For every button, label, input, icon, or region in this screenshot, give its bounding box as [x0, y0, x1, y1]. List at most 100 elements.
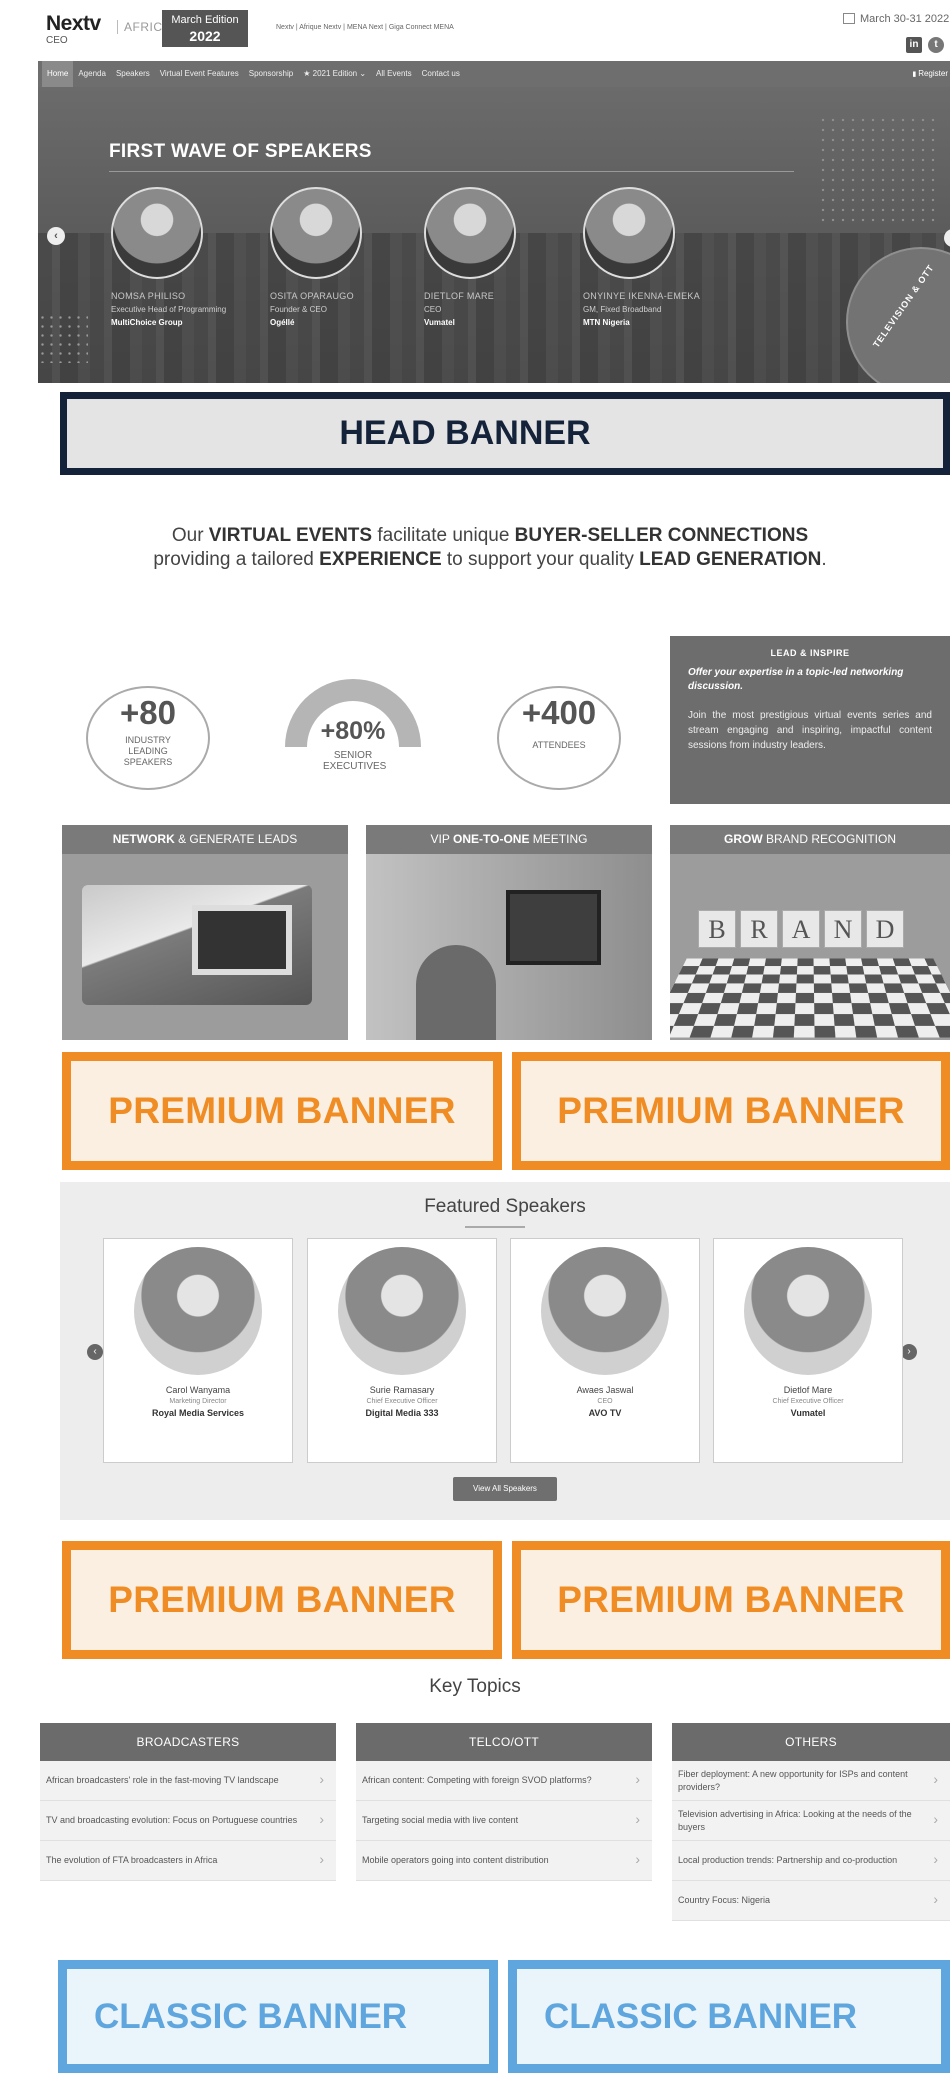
topic-item[interactable]: Targeting social media with live content… [356, 1801, 652, 1841]
featured-prev-arrow[interactable]: ‹ [87, 1344, 103, 1360]
speaker-org: Royal Media Services [151, 1408, 245, 1418]
premium-banner[interactable]: PREMIUM BANNER [512, 1052, 950, 1170]
brand-tile: D [866, 910, 904, 948]
featured-speaker-card[interactable]: Surie Ramasary Chief Executive Officer D… [307, 1238, 497, 1463]
topic-item[interactable]: African content: Competing with foreign … [356, 1761, 652, 1801]
nav-sponsorship[interactable]: Sponsorship [244, 61, 298, 87]
speaker-photo [541, 1247, 669, 1375]
topic-item[interactable]: Mobile operators going into content dist… [356, 1841, 652, 1881]
view-all-speakers-button[interactable]: View All Speakers [453, 1477, 557, 1501]
speaker-org: Vumatel [790, 1408, 826, 1418]
speaker-role: Executive Head of Programming [111, 305, 227, 314]
topic-item[interactable]: Local production trends: Partnership and… [672, 1841, 950, 1881]
feature-caption: GROW BRAND RECOGNITION [670, 825, 950, 854]
chevron-right-icon: › [933, 1850, 938, 1867]
nav-agenda[interactable]: Agenda [73, 61, 111, 87]
hero-speaker-card[interactable]: ONYINYE IKENNA-EMEKA GM, Fixed Broadband… [583, 187, 731, 327]
premium-banner[interactable]: PREMIUM BANNER [62, 1541, 502, 1659]
premium-banner-label: PREMIUM BANNER [108, 1579, 456, 1620]
nav-items: Home Agenda Speakers Virtual Event Featu… [42, 61, 465, 87]
dot-pattern-left [38, 313, 88, 363]
lead-body: Join the most prestigious virtual events… [688, 710, 932, 751]
speaker-photo [744, 1247, 872, 1375]
feature-one-to-one-card[interactable]: VIP ONE-TO-ONE MEETING [366, 825, 652, 1040]
topic-item[interactable]: African broadcasters' role in the fast-m… [40, 1761, 336, 1801]
speaker-role: GM, Fixed Broadband [583, 305, 662, 314]
speaker-photo [111, 187, 203, 279]
nav-home[interactable]: Home [42, 61, 74, 87]
hero-speaker-card[interactable]: NOMSA PHILISO Executive Head of Programm… [111, 187, 259, 327]
feature-brand-card[interactable]: B R A N D GROW BRAND RECOGNITION [670, 825, 950, 1040]
hero-title: FIRST WAVE OF SPEAKERS [109, 141, 372, 162]
topic-column-broadcasters: BROADCASTERS African broadcasters' role … [40, 1723, 336, 1881]
chevron-right-icon: › [635, 1770, 640, 1787]
nav-2021-edition[interactable]: ★ 2021 Edition ⌄ [298, 61, 371, 87]
head-banner[interactable]: HEAD BANNER [60, 392, 950, 475]
classic-banner[interactable]: CLASSIC BANNER [58, 1960, 498, 2073]
speaker-role: CEO [424, 305, 442, 314]
speaker-photo [338, 1247, 466, 1375]
topic-item[interactable]: Fiber deployment: A new opportunity for … [672, 1761, 950, 1801]
stat-executives-gauge: +80% SENIOR EXECUTIVES [283, 677, 423, 787]
speaker-name: ONYINYE IKENNA-EMEKA [583, 291, 701, 301]
lead-title: LEAD & INSPIRE [770, 648, 850, 658]
nav-contact[interactable]: Contact us [417, 61, 465, 87]
dot-pattern [818, 115, 938, 225]
speaker-name: Awaes Jaswal [576, 1385, 634, 1395]
speaker-photo [134, 1247, 262, 1375]
speaker-role: Chief Executive Officer [366, 1398, 438, 1405]
speaker-org: MultiChoice Group [111, 318, 183, 327]
premium-banner[interactable]: PREMIUM BANNER [512, 1541, 950, 1659]
chevron-right-icon: › [319, 1810, 324, 1827]
featured-speaker-card[interactable]: Awaes Jaswal CEO AVO TV [510, 1238, 700, 1463]
hero-speaker-card[interactable]: DIETLOF MARE CEO Vumatel [424, 187, 572, 327]
badge-label: TELEVISION & OTT [871, 262, 937, 350]
event-date-text: March 30-31 2022 [860, 13, 950, 25]
site-logo[interactable]: Nextv CEO [46, 13, 101, 46]
edition-badge: March Edition 2022 [162, 10, 248, 47]
featured-speaker-card[interactable]: Carol Wanyama Marketing Director Royal M… [103, 1238, 293, 1463]
chevron-right-icon: › [319, 1770, 324, 1787]
topic-column-header: BROADCASTERS [40, 1723, 336, 1761]
hero-prev-arrow[interactable]: ‹ [47, 227, 65, 245]
hero-speaker-card[interactable]: OSITA OPARAUGO Founder & CEO Ogéllé [270, 187, 418, 327]
intro-text: Our VIRTUAL EVENTS facilitate unique BUY… [153, 525, 827, 570]
stat-executives-number: +80% [320, 717, 386, 745]
topic-item[interactable]: Television advertising in Africa: Lookin… [672, 1801, 950, 1841]
topic-item[interactable]: The evolution of FTA broadcasters in Afr… [40, 1841, 336, 1881]
laptop-image [192, 905, 292, 975]
nav-all-events[interactable]: All Events [371, 61, 417, 87]
social-links: in t [906, 34, 950, 53]
nav-virtual-event-features[interactable]: Virtual Event Features [155, 61, 244, 87]
person-silhouette [416, 945, 496, 1040]
topic-item[interactable]: TV and broadcasting evolution: Focus on … [40, 1801, 336, 1841]
speaker-org: Vumatel [424, 318, 455, 327]
twitter-icon[interactable]: t [928, 37, 944, 53]
linkedin-icon[interactable]: in [906, 37, 922, 53]
featured-speaker-card[interactable]: Dietlof Mare Chief Executive Officer Vum… [713, 1238, 903, 1463]
hero-slider: FIRST WAVE OF SPEAKERS ‹ › NOMSA PHILISO… [38, 87, 950, 383]
stat-executives-label: SENIOR EXECUTIVES [323, 750, 387, 772]
speaker-role: CEO [597, 1398, 613, 1405]
edition-year: 2022 [189, 28, 221, 44]
nav-speakers[interactable]: Speakers [111, 61, 155, 87]
stat-speakers: +80 INDUSTRY LEADING SPEAKERS [86, 686, 210, 790]
chevron-right-icon: › [933, 1770, 938, 1787]
chevron-right-icon: › [933, 1890, 938, 1907]
title-underline [465, 1226, 525, 1228]
brand-tile: B [698, 910, 736, 948]
brand-tiles: B R A N D [698, 910, 908, 948]
top-header: Nextv CEO AFRICA March Edition 2022 Next… [0, 0, 950, 56]
stat-attendees: +400 ATTENDEES [497, 686, 621, 790]
brand-tile: R [740, 910, 778, 948]
stat-speakers-label: INDUSTRY LEADING SPEAKERS [123, 735, 173, 767]
premium-banner[interactable]: PREMIUM BANNER [62, 1052, 502, 1170]
topic-item[interactable]: Country Focus: Nigeria › [672, 1881, 950, 1921]
chessboard-image [670, 958, 950, 1038]
register-link[interactable]: Register [912, 61, 950, 88]
topic-column-telco-ott: TELCO/OTT African content: Competing wit… [356, 1723, 652, 1881]
feature-network-card[interactable]: NETWORK & GENERATE LEADS [62, 825, 348, 1040]
classic-banner[interactable]: CLASSIC BANNER [508, 1960, 950, 2073]
partner-links[interactable]: Nextv | Afrique Nextv | MENA Next | Giga… [276, 24, 454, 31]
featured-next-arrow[interactable]: › [901, 1344, 917, 1360]
